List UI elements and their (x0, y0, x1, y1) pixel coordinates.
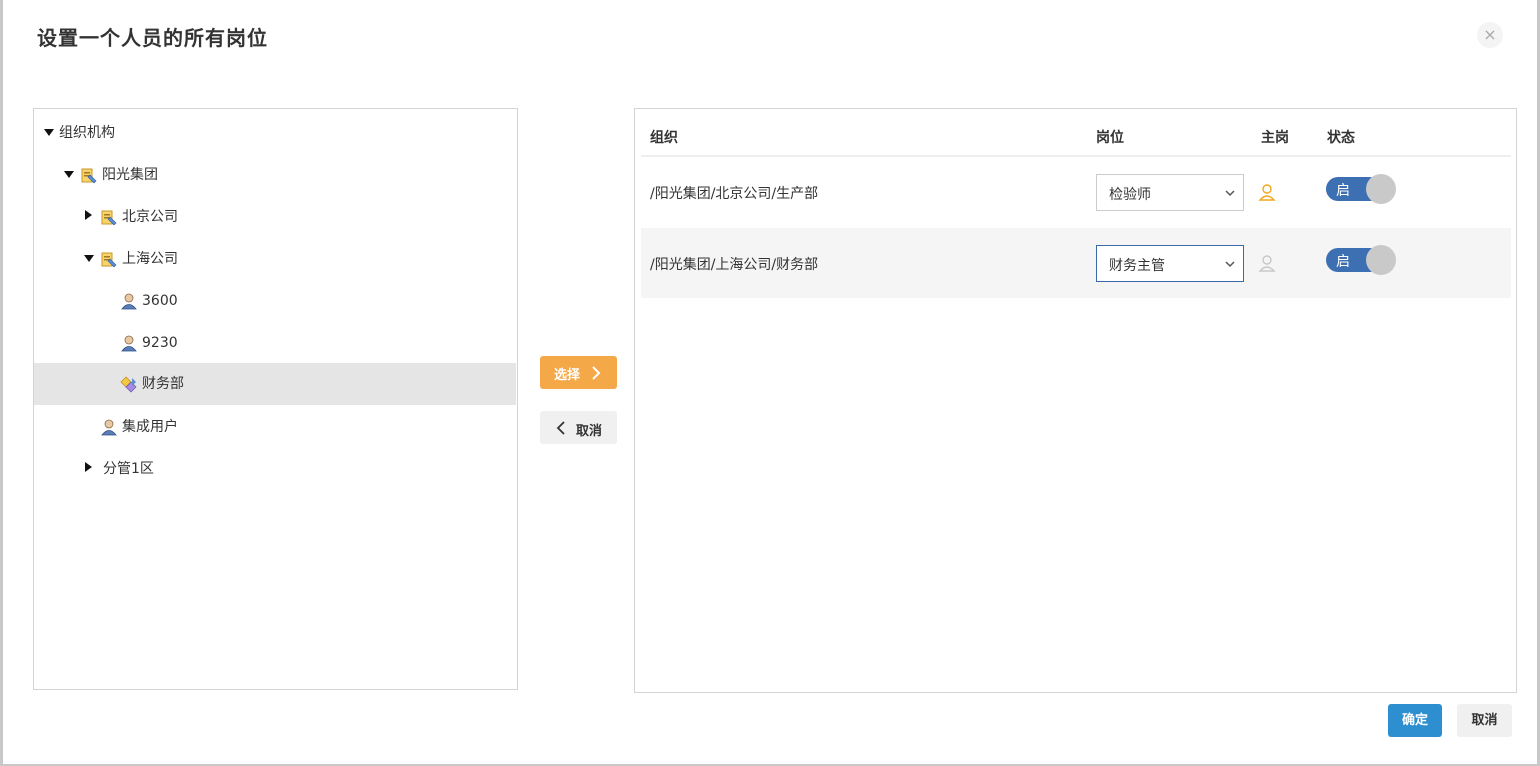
user-icon (121, 293, 137, 310)
main-post-user-icon-inactive[interactable] (1258, 254, 1276, 272)
tree-node-label: 阳光集团 (102, 167, 158, 183)
chevron-down-icon (1225, 261, 1235, 268)
chevron-right-icon (592, 366, 601, 380)
caret-down-icon[interactable] (64, 171, 74, 178)
grid-header: 组织 岗位 主岗 状态 (641, 109, 1511, 157)
cancel-button[interactable]: 取消 (1457, 704, 1512, 737)
user-icon (101, 419, 117, 436)
dialog: 设置一个人员的所有岗位 × 组织机构 阳光集团 北京公司 上海公司 3600 9… (0, 0, 1540, 766)
org-unit-icon (101, 252, 117, 268)
user-icon (121, 335, 137, 352)
positions-grid: 组织 岗位 主岗 状态 /阳光集团/北京公司/生产部 检验师 启 /阳光集团/上… (634, 108, 1517, 693)
column-header-org: 组织 (650, 130, 678, 146)
org-path: /阳光集团/上海公司/财务部 (650, 257, 819, 273)
tree-node-user-3600[interactable]: 3600 (34, 280, 516, 322)
org-unit-icon (81, 168, 97, 184)
chevron-down-icon (1225, 190, 1235, 197)
table-row[interactable]: /阳光集团/上海公司/财务部 财务主管 启 (641, 228, 1511, 298)
column-header-main-post: 主岗 (1261, 130, 1289, 146)
org-unit-icon (101, 210, 117, 226)
org-tree-panel: 组织机构 阳光集团 北京公司 上海公司 3600 9230 财务部 集成用户 分… (33, 108, 518, 690)
column-header-post: 岗位 (1096, 130, 1124, 146)
tree-node-beijing[interactable]: 北京公司 (34, 196, 516, 238)
post-select-value: 财务主管 (1109, 258, 1165, 274)
ok-button[interactable]: 确定 (1388, 704, 1442, 737)
tree-node-root[interactable]: 组织机构 (34, 112, 516, 154)
tree-node-branch-1[interactable]: 分管1区 (34, 448, 516, 490)
caret-right-icon[interactable] (85, 210, 92, 220)
tree-node-label: 分管1区 (103, 461, 154, 477)
tree-node-integration-user[interactable]: 集成用户 (34, 406, 516, 448)
unselect-button[interactable]: 取消 (540, 411, 617, 444)
caret-down-icon[interactable] (84, 255, 94, 262)
post-select-value: 检验师 (1109, 187, 1151, 203)
caret-down-icon[interactable] (44, 129, 54, 136)
org-path: /阳光集团/北京公司/生产部 (650, 186, 819, 202)
table-row[interactable]: /阳光集团/北京公司/生产部 检验师 启 (641, 157, 1511, 227)
tree-node-label: 3600 (142, 293, 178, 309)
tree-node-label: 集成用户 (122, 419, 178, 435)
select-button-label: 选择 (554, 368, 581, 383)
status-toggle[interactable]: 启 (1326, 245, 1396, 275)
toggle-knob (1366, 245, 1396, 275)
tree-node-shanghai[interactable]: 上海公司 (34, 238, 516, 280)
department-icon (120, 376, 137, 393)
tree-node-label: 北京公司 (122, 209, 178, 225)
tree-node-label: 组织机构 (59, 125, 115, 141)
column-header-status: 状态 (1327, 130, 1355, 146)
tree-node-label: 9230 (142, 335, 178, 351)
toggle-label: 启 (1336, 254, 1350, 270)
tree-node-label: 财务部 (142, 376, 184, 392)
dialog-title: 设置一个人员的所有岗位 (37, 26, 268, 50)
close-icon[interactable]: × (1477, 22, 1503, 48)
caret-right-icon[interactable] (85, 462, 92, 472)
toggle-label: 启 (1336, 183, 1350, 199)
unselect-button-label: 取消 (576, 424, 603, 439)
toggle-knob (1366, 174, 1396, 204)
tree-node-finance-dept[interactable]: 财务部 (34, 363, 516, 405)
status-toggle[interactable]: 启 (1326, 174, 1396, 204)
chevron-left-icon (556, 421, 565, 435)
tree-node-group[interactable]: 阳光集团 (34, 154, 516, 196)
tree-node-user-9230[interactable]: 9230 (34, 322, 516, 364)
tree-node-label: 上海公司 (122, 251, 178, 267)
post-select[interactable]: 检验师 (1096, 174, 1244, 211)
select-button[interactable]: 选择 (540, 356, 617, 389)
main-post-user-icon-active[interactable] (1258, 183, 1276, 201)
post-select[interactable]: 财务主管 (1096, 245, 1244, 282)
